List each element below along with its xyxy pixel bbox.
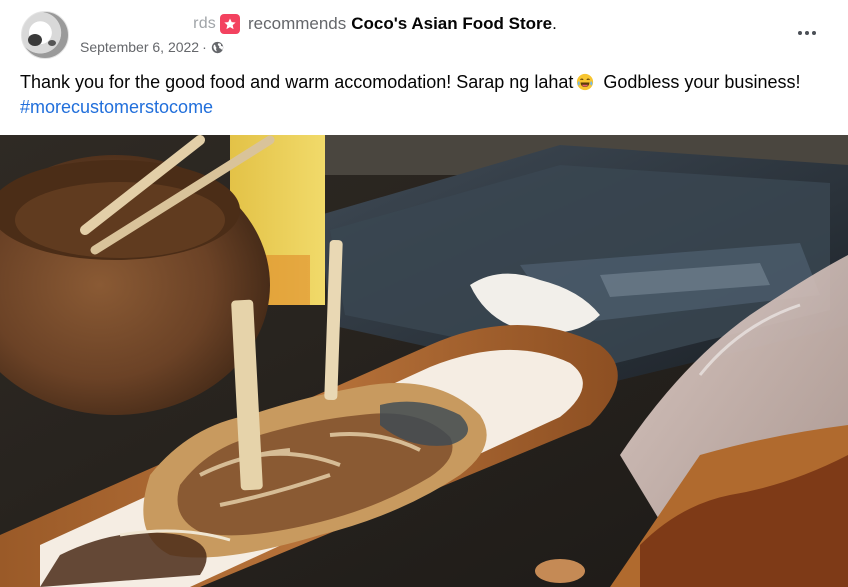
laughing-crying-emoji-icon	[576, 73, 594, 91]
recommendation-post: rds recommends Coco's Asian Food Store .…	[0, 0, 848, 587]
author-name[interactable]: rds	[80, 15, 216, 33]
more-options-button[interactable]	[792, 20, 822, 46]
globe-icon[interactable]	[211, 41, 224, 54]
post-header: rds recommends Coco's Asian Food Store .	[80, 12, 557, 36]
takoyaki-photo[interactable]	[0, 135, 848, 587]
recommends-label: recommends	[248, 14, 347, 33]
header-period: .	[552, 14, 557, 33]
page-name-link[interactable]: Coco's Asian Food Store	[351, 14, 552, 34]
star-badge-icon	[220, 14, 240, 34]
hashtag-link[interactable]: #morecustomerstocome	[20, 97, 213, 117]
author-avatar[interactable]	[21, 11, 69, 59]
post-text-after-emoji: Godbless your business!	[598, 72, 801, 92]
post-date[interactable]: September 6, 2022	[80, 39, 199, 55]
post-message: Thank you for the good food and warm acc…	[20, 70, 820, 120]
meta-separator: ·	[202, 39, 207, 55]
post-meta: September 6, 2022 ·	[80, 39, 224, 55]
post-text-main: Thank you for the good food and warm acc…	[20, 72, 574, 92]
